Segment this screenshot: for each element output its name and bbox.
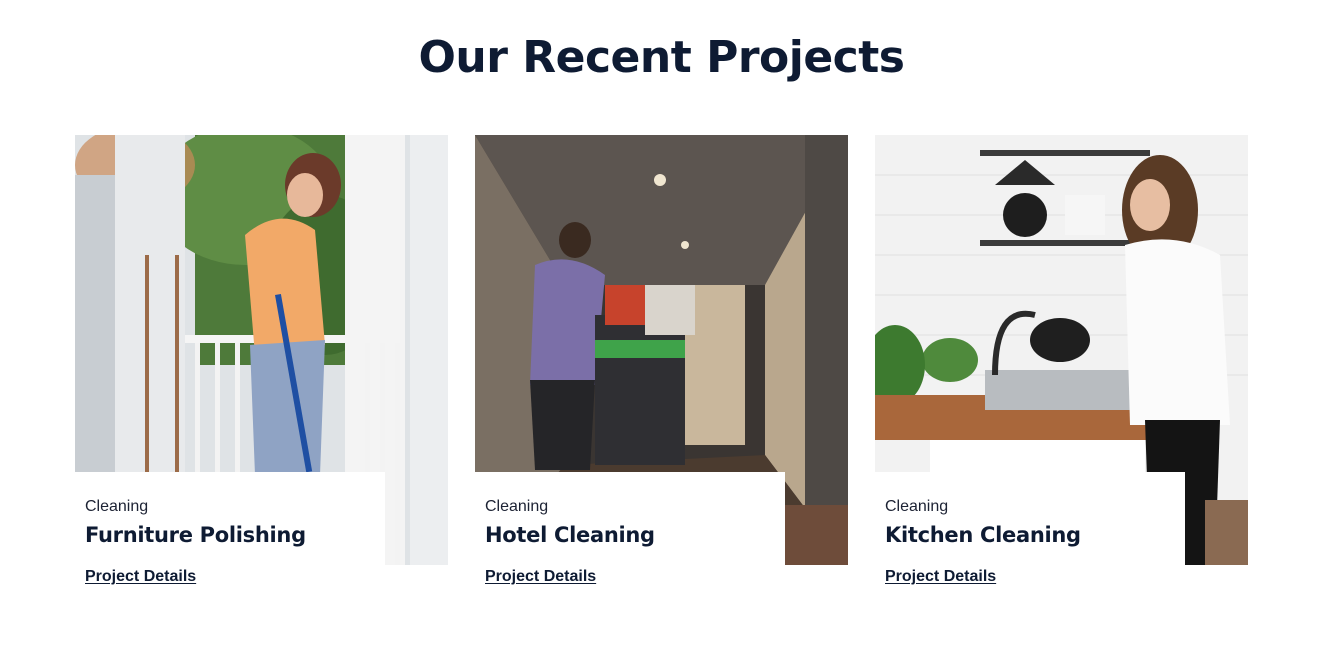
project-category: Cleaning — [85, 498, 149, 515]
project-info: Cleaning Hotel Cleaning Project Details — [475, 472, 785, 605]
project-category: Cleaning — [885, 498, 949, 515]
project-info: Cleaning Kitchen Cleaning Project Detail… — [875, 472, 1185, 605]
section-title: Our Recent Projects — [418, 32, 905, 83]
project-details-link[interactable]: Project Details — [485, 568, 596, 586]
project-info: Cleaning Furniture Polishing Project Det… — [75, 472, 385, 605]
project-category: Cleaning — [485, 498, 549, 515]
project-title[interactable]: Furniture Polishing — [85, 523, 306, 547]
project-details-link[interactable]: Project Details — [885, 568, 996, 586]
project-card[interactable]: Cleaning Kitchen Cleaning Project Detail… — [875, 135, 1248, 605]
project-title[interactable]: Hotel Cleaning — [485, 523, 655, 547]
project-title[interactable]: Kitchen Cleaning — [885, 523, 1081, 547]
project-details-link[interactable]: Project Details — [85, 568, 196, 586]
project-card[interactable]: Cleaning Furniture Polishing Project Det… — [75, 135, 448, 605]
project-card[interactable]: Cleaning Hotel Cleaning Project Details — [475, 135, 848, 605]
